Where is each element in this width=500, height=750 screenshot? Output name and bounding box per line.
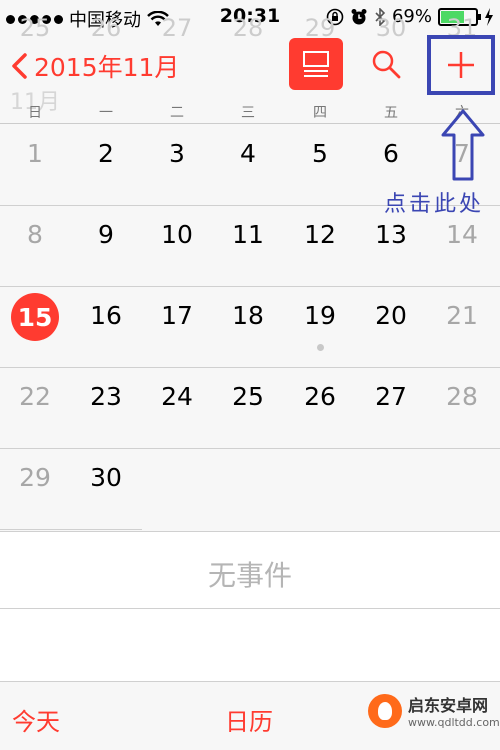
watermark-title: 启东安卓网 — [408, 696, 489, 715]
calendars-tab[interactable]: 日历 — [225, 702, 273, 737]
day-cell[interactable]: 9 — [86, 220, 126, 249]
day-cell[interactable]: 11 — [228, 220, 268, 249]
day-cell[interactable]: 28 — [442, 382, 482, 411]
day-cell[interactable]: 5 — [300, 139, 340, 168]
weekday-label: 日 — [28, 105, 42, 121]
day-cell[interactable]: 26 — [300, 382, 340, 411]
day-cell[interactable]: 8 — [15, 220, 55, 249]
day-cell[interactable]: 3 — [157, 139, 197, 168]
day-cell-today[interactable]: 15 — [11, 293, 59, 341]
day-cell[interactable]: 12 — [300, 220, 340, 249]
weekday-label: 一 — [99, 105, 113, 121]
day-cell[interactable]: 16 — [86, 301, 126, 330]
day-cell[interactable]: 29 — [15, 463, 55, 492]
day-cell[interactable]: 18 — [228, 301, 268, 330]
nav-bar: 2015年11月 — [0, 34, 500, 95]
day-cell[interactable]: 30 — [86, 463, 126, 492]
day-cell[interactable]: 21 — [442, 301, 482, 330]
week-row: 15 16 17 18 19 20 21 — [0, 287, 500, 368]
weekday-label: 三 — [241, 105, 255, 121]
week-row: 8 9 10 11 12 13 14 — [0, 206, 500, 287]
weekday-label: 五 — [384, 105, 398, 121]
day-cell[interactable]: 22 — [15, 382, 55, 411]
event-indicator-dot — [317, 344, 324, 351]
week-row: 22 23 24 25 26 27 28 — [0, 368, 500, 449]
weekday-label: 二 — [170, 105, 184, 121]
annotation-label: 点击此处 — [384, 192, 485, 217]
day-cell[interactable]: 4 — [228, 139, 268, 168]
day-cell[interactable]: 27 — [371, 382, 411, 411]
back-button-label: 2015年11月 — [34, 53, 180, 82]
day-cell[interactable]: 2 — [86, 139, 126, 168]
plus-icon — [448, 52, 474, 78]
day-cell[interactable]: 13 — [371, 220, 411, 249]
day-cell[interactable]: 25 — [228, 382, 268, 411]
tab-bar: 今天 日历 启东安卓网 www.qdltdd.com — [0, 681, 500, 750]
week-row: 29 30 — [0, 449, 500, 530]
day-cell[interactable]: 20 — [371, 301, 411, 330]
row-divider — [0, 529, 142, 530]
day-cell[interactable]: 24 — [157, 382, 197, 411]
day-cell[interactable]: 14 — [442, 220, 482, 249]
watermark-url: www.qdltdd.com — [408, 716, 500, 729]
up-arrow-annotation-icon — [441, 109, 485, 181]
add-event-button[interactable] — [427, 35, 495, 95]
day-cell[interactable]: 19 — [300, 301, 340, 330]
weekday-header: 日 一 二 三 四 五 六 — [0, 98, 500, 124]
watermark-logo-icon — [368, 693, 402, 728]
chevron-left-icon — [12, 53, 27, 79]
list-view-button[interactable] — [289, 38, 343, 90]
today-tab[interactable]: 今天 — [12, 702, 60, 737]
no-events-label: 无事件 — [207, 559, 292, 592]
watermark: 启东安卓网 www.qdltdd.com — [368, 692, 500, 729]
day-cell[interactable]: 23 — [86, 382, 126, 411]
search-button[interactable] — [370, 48, 402, 80]
divider — [0, 608, 500, 609]
weekday-label: 四 — [313, 105, 327, 121]
day-cell[interactable]: 1 — [15, 139, 55, 168]
events-panel: 无事件 — [0, 531, 500, 681]
day-cell[interactable]: 6 — [371, 139, 411, 168]
day-cell[interactable]: 10 — [157, 220, 197, 249]
list-view-icon — [303, 51, 329, 77]
search-icon — [372, 50, 401, 79]
day-cell[interactable]: 17 — [157, 301, 197, 330]
back-button[interactable]: 2015年11月 — [8, 48, 179, 84]
